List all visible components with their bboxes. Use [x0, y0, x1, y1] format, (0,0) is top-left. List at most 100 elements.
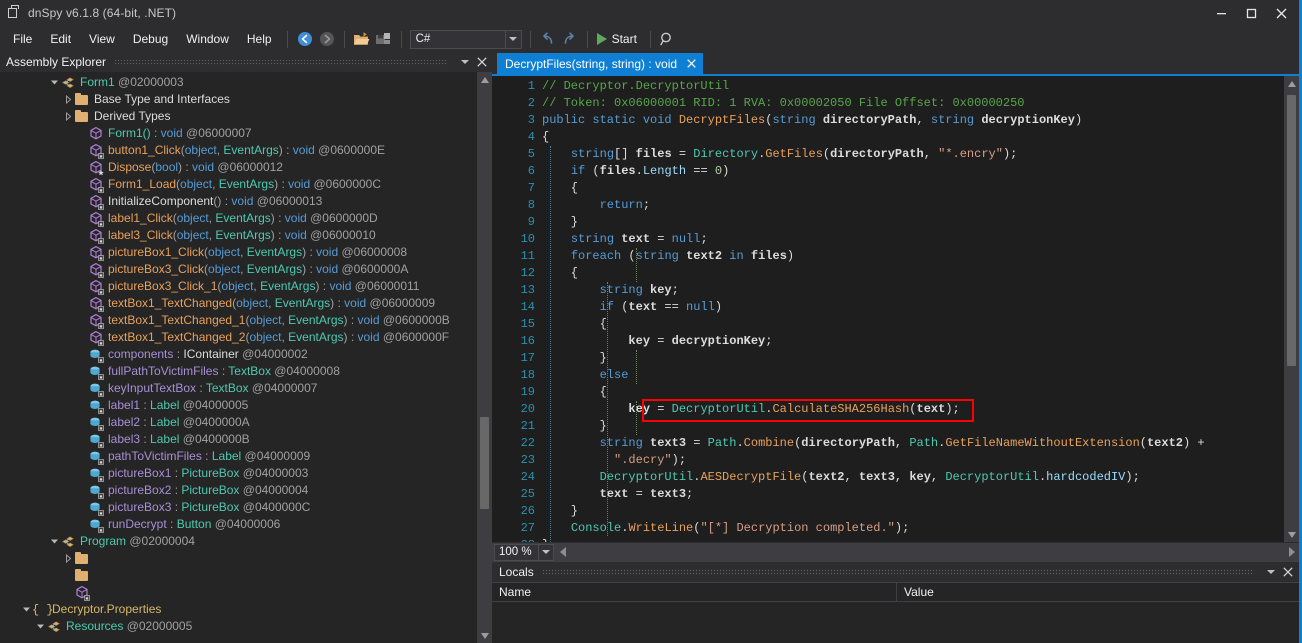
tree-item[interactable]: pictureBox1 : PictureBox @04000003	[0, 465, 477, 482]
tree-item[interactable]: label3 : Label @0400000B	[0, 431, 477, 448]
tree-item[interactable]: keyInputTextBox : TextBox @04000007	[0, 380, 477, 397]
tree-item[interactable]: textBox1_TextChanged(object, EventArgs) …	[0, 295, 477, 312]
menu-debug[interactable]: Debug	[124, 29, 177, 50]
tree-item[interactable]	[0, 584, 477, 601]
redo-icon[interactable]	[559, 28, 581, 50]
navigate-forward-icon[interactable]	[316, 28, 338, 50]
open-folder-icon[interactable]	[351, 28, 373, 50]
tree-item[interactable]: label1_Click(object, EventArgs) : void @…	[0, 210, 477, 227]
language-combo[interactable]: C#	[409, 29, 522, 49]
expand-expanded-icon[interactable]	[48, 533, 60, 550]
locals-column-name[interactable]: Name	[492, 583, 897, 601]
tree-item[interactable]: InitializeComponent() : void @06000013	[0, 193, 477, 210]
hscroll-track[interactable]	[569, 543, 1285, 562]
menu-view[interactable]: View	[80, 29, 124, 50]
tree-item[interactable]: { } Decryptor.Properties	[0, 601, 477, 618]
assembly-explorer-header: Assembly Explorer	[0, 52, 492, 72]
scroll-down-arrow[interactable]	[1284, 527, 1299, 542]
tree-item[interactable]: Resources @02000005	[0, 618, 477, 635]
code-line: }	[542, 351, 607, 365]
folder-icon	[74, 92, 90, 108]
tree-item[interactable]: Dispose(bool) : void @06000012	[0, 159, 477, 176]
hscroll-left-arrow[interactable]	[557, 543, 569, 562]
expand-expanded-icon[interactable]	[34, 618, 46, 635]
menu-help[interactable]: Help	[238, 29, 281, 50]
tree-item[interactable]: pathToVictimFiles : Label @04000009	[0, 448, 477, 465]
tree-item[interactable]: Form1() : void @06000007	[0, 125, 477, 142]
tab-decryptfiles[interactable]: DecryptFiles(string, string) : void	[497, 53, 704, 74]
tree-item[interactable]: components : IContainer @04000002	[0, 346, 477, 363]
menu-file[interactable]: File	[4, 29, 41, 50]
tree-item[interactable]: pictureBox3_Click_1(object, EventArgs) :…	[0, 278, 477, 295]
start-button-label: Start	[611, 32, 637, 46]
menu-edit[interactable]: Edit	[41, 29, 80, 50]
scroll-up-arrow[interactable]	[1284, 76, 1299, 91]
save-module-icon[interactable]	[373, 28, 395, 50]
field-icon	[88, 432, 104, 448]
field-icon	[88, 449, 104, 465]
locals-rows[interactable]	[492, 602, 1299, 643]
chevron-down-icon[interactable]	[1262, 564, 1279, 581]
code-view[interactable]: 1 2 3 4 5 6 7 8 9 10 11 12 13 14 15 16 17 18 19 20 21 22 23 24 2…	[492, 76, 1284, 542]
search-icon[interactable]	[657, 28, 679, 50]
hscroll-right-arrow[interactable]	[1285, 543, 1299, 562]
editor-scrollbar[interactable]	[1284, 76, 1299, 542]
toolbar-separator	[286, 30, 288, 48]
start-button[interactable]: Start	[594, 30, 644, 48]
expand-collapsed-icon[interactable]	[62, 108, 74, 125]
scroll-track[interactable]	[477, 87, 492, 628]
tree-item[interactable]: Base Type and Interfaces	[0, 91, 477, 108]
scroll-thumb[interactable]	[480, 417, 489, 509]
close-icon[interactable]	[1266, 2, 1296, 24]
method-icon	[88, 211, 104, 227]
tree-item[interactable]: Program @02000004	[0, 533, 477, 550]
chevron-down-icon[interactable]	[539, 543, 554, 561]
assembly-tree-scrollbar[interactable]	[477, 72, 492, 643]
tree-item[interactable]: pictureBox1_Click(object, EventArgs) : v…	[0, 244, 477, 261]
zoom-level-value[interactable]: 100 %	[494, 543, 539, 561]
expand-expanded-icon[interactable]	[48, 74, 60, 91]
tree-item[interactable]: pictureBox3_Click(object, EventArgs) : v…	[0, 261, 477, 278]
tree-item[interactable]: textBox1_TextChanged_2(object, EventArgs…	[0, 329, 477, 346]
tree-item[interactable]: pictureBox2 : PictureBox @04000004	[0, 482, 477, 499]
tree-item[interactable]: fullPathToVictimFiles : TextBox @0400000…	[0, 363, 477, 380]
chevron-down-icon[interactable]	[456, 54, 473, 71]
close-icon[interactable]	[685, 57, 698, 70]
tree-item[interactable]	[0, 550, 477, 567]
tree-item[interactable]: Form1_Load(object, EventArgs) : void @06…	[0, 176, 477, 193]
tree-item[interactable]: button1_Click(object, EventArgs) : void …	[0, 142, 477, 159]
expand-collapsed-icon[interactable]	[62, 550, 74, 567]
expand-expanded-icon[interactable]	[20, 601, 32, 618]
tree-item[interactable]: Derived Types	[0, 108, 477, 125]
line-number: 10	[520, 232, 535, 246]
scroll-track[interactable]	[1284, 91, 1299, 527]
tree-item[interactable]: label1 : Label @04000005	[0, 397, 477, 414]
scroll-thumb[interactable]	[1287, 95, 1296, 366]
method-icon	[88, 177, 104, 193]
expand-collapsed-icon[interactable]	[62, 91, 74, 108]
close-icon[interactable]	[1279, 564, 1296, 581]
tree-item-label: Form1() : void @06000007	[108, 126, 252, 140]
tree-item[interactable]: pictureBox3 : PictureBox @0400000C	[0, 499, 477, 516]
undo-icon[interactable]	[537, 28, 559, 50]
assembly-explorer-pane: Assembly Explorer Form1 @02000003 Base Ty…	[0, 52, 492, 643]
tree-item[interactable]: Form1 @02000003	[0, 74, 477, 91]
maximize-icon[interactable]	[1236, 2, 1266, 24]
chevron-down-icon[interactable]	[504, 30, 521, 48]
scroll-up-arrow[interactable]	[477, 72, 492, 87]
source-code[interactable]: // Decryptor.DecryptorUtil // Token: 0x06…	[542, 78, 1284, 542]
expander-placeholder	[76, 125, 88, 142]
minimize-icon[interactable]	[1206, 2, 1236, 24]
tree-item[interactable]: runDecrypt : Button @04000006	[0, 516, 477, 533]
menu-window[interactable]: Window	[177, 29, 238, 50]
navigate-back-icon[interactable]	[294, 28, 316, 50]
tree-item[interactable]: label2 : Label @0400000A	[0, 414, 477, 431]
assembly-tree[interactable]: Form1 @02000003 Base Type and Interfaces D…	[0, 72, 477, 643]
tree-item[interactable]	[0, 567, 477, 584]
tree-item-label: Dispose(bool) : void @06000012	[108, 160, 283, 174]
tree-item[interactable]: label3_Click(object, EventArgs) : void @…	[0, 227, 477, 244]
close-icon[interactable]	[473, 54, 490, 71]
scroll-down-arrow[interactable]	[477, 628, 492, 643]
tree-item[interactable]: textBox1_TextChanged_1(object, EventArgs…	[0, 312, 477, 329]
locals-column-value[interactable]: Value	[897, 583, 1299, 601]
